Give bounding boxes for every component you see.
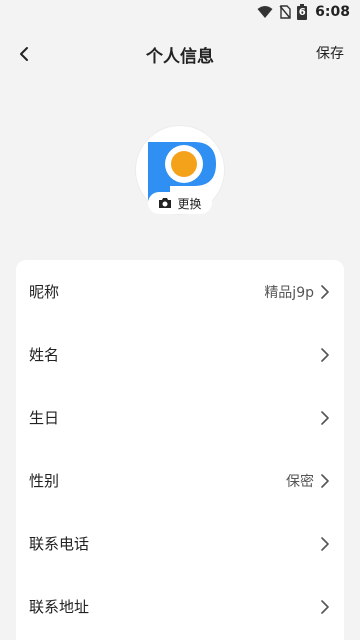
row-value: 保密 (286, 473, 314, 490)
no-sim-icon (279, 5, 291, 19)
row-label: 生日 (29, 409, 60, 427)
page-title: 个人信息 (146, 46, 214, 67)
change-avatar-label: 更换 (177, 196, 202, 211)
battery-level: 6 (298, 7, 306, 18)
row-label: 联系电话 (29, 535, 90, 553)
profile-card: 昵称 精品j9p 姓名 生日 性别 保密 联系电话 联系地址 (16, 260, 344, 640)
chevron-right-icon (321, 347, 329, 362)
change-avatar-button[interactable]: 更换 (148, 192, 212, 214)
row-address[interactable]: 联系地址 (16, 575, 344, 638)
battery-icon: 6 (297, 4, 308, 20)
chevron-right-icon (321, 410, 329, 425)
row-phone[interactable]: 联系电话 (16, 512, 344, 575)
wifi-icon (257, 5, 273, 19)
row-label: 性别 (29, 472, 60, 490)
status-bar: 6 6:08 (0, 0, 360, 24)
row-value: 精品j9p (264, 284, 314, 301)
back-button[interactable] (10, 40, 38, 68)
row-label: 联系地址 (29, 598, 90, 616)
avatar-section: 更换 (136, 126, 224, 214)
row-gender[interactable]: 性别 保密 (16, 449, 344, 512)
header: 个人信息 保存 (0, 34, 360, 74)
row-name[interactable]: 姓名 (16, 323, 344, 386)
camera-icon (159, 198, 172, 208)
chevron-right-icon (321, 473, 329, 488)
chevron-right-icon (321, 599, 329, 614)
row-label: 姓名 (29, 346, 60, 364)
status-time: 6:08 (315, 4, 350, 20)
chevron-right-icon (321, 536, 329, 551)
chevron-right-icon (321, 284, 329, 299)
row-label: 昵称 (29, 283, 60, 301)
row-nickname[interactable]: 昵称 精品j9p (16, 260, 344, 323)
row-birthday[interactable]: 生日 (16, 386, 344, 449)
save-button[interactable]: 保存 (316, 43, 344, 63)
chevron-left-icon (20, 47, 28, 61)
